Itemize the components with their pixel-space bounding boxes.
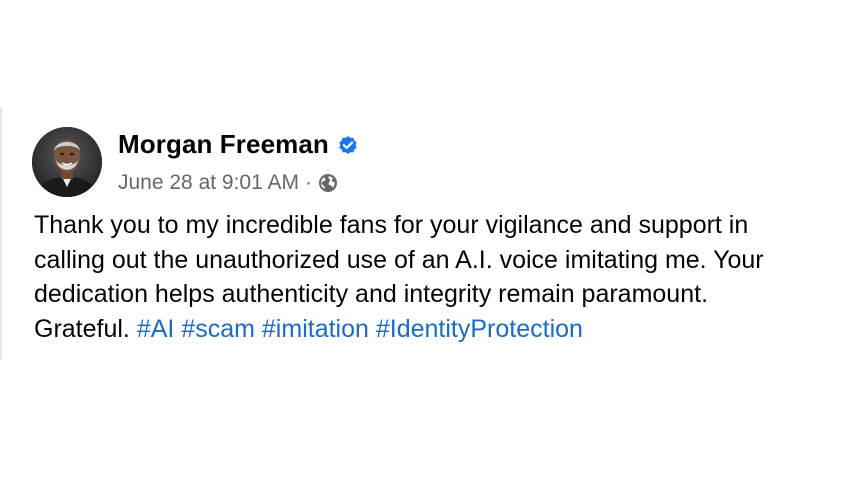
hashtag-scam[interactable]: #scam	[181, 315, 255, 343]
hashtag-ai[interactable]: #AI	[137, 315, 175, 343]
hashtag-imitation[interactable]: #imitation	[262, 315, 369, 343]
hashtag-identity-protection[interactable]: #IdentityProtection	[376, 315, 583, 343]
post-body-line-4: Grateful. #AI #scam #imitation #Identity…	[34, 312, 834, 347]
author-name[interactable]: Morgan Freeman	[118, 129, 329, 160]
author-avatar[interactable]	[32, 127, 102, 197]
post-body-line-2: calling out the unauthorized use of an A…	[34, 245, 764, 274]
post-body-line-3: dedication helps authenticity and integr…	[34, 280, 709, 308]
post-body: Thank you to my incredible fans for your…	[34, 208, 834, 346]
meta-separator: ·	[304, 171, 312, 194]
globe-icon[interactable]	[318, 173, 338, 193]
post-body-line-1: Thank you to my incredible fans for your…	[34, 211, 749, 239]
post-timestamp[interactable]: June 28 at 9:01 AM	[118, 171, 299, 195]
verified-badge-icon	[339, 136, 357, 154]
post-card: Morgan Freeman June 28 at 9:01 AM · Than…	[0, 108, 848, 360]
post-meta: June 28 at 9:01 AM ·	[118, 169, 338, 197]
profile-photo	[32, 127, 102, 197]
post-body-closing: Grateful.	[34, 314, 130, 343]
